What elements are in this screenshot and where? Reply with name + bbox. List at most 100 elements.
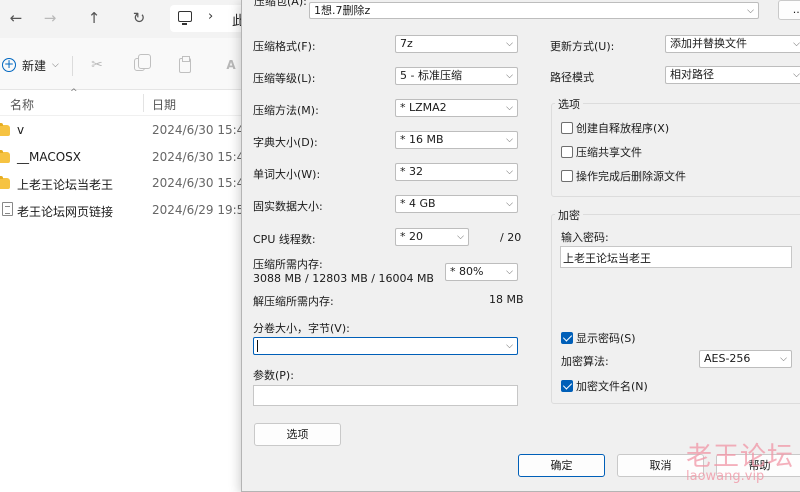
password-input[interactable]: 上老王论坛当老王 [560, 246, 792, 268]
file-row[interactable]: v 2024/6/30 15:47 [0, 119, 252, 145]
checkbox-box[interactable] [561, 122, 573, 134]
compress-memory-label: 压缩所需内存: [253, 258, 323, 271]
decompress-memory-label: 解压缩所需内存: [253, 295, 334, 308]
back-arrow-icon[interactable]: ← [3, 7, 29, 31]
up-arrow-icon[interactable]: ↑ [81, 7, 107, 31]
paste-icon[interactable] [179, 56, 191, 73]
archive-name-label: 压缩包(A): [254, 0, 307, 8]
file-date: 2024/6/29 19:58 [152, 203, 252, 217]
options-group-title: 选项 [555, 96, 583, 112]
column-divider[interactable] [143, 94, 144, 112]
column-name-header[interactable]: 名称 [10, 96, 34, 113]
encryption-group-title: 加密 [555, 207, 583, 223]
browse-button[interactable]: ... [778, 0, 800, 20]
checkbox-checked-box[interactable] [561, 380, 573, 392]
plus-icon: + [2, 57, 16, 72]
level-value: 5 - 标准压缩 [400, 69, 462, 82]
method-combo[interactable]: * LZMA2 ⌵ [395, 99, 518, 117]
dictionary-label: 字典大小(D): [253, 136, 318, 149]
chevron-down-icon: ⌵ [506, 199, 513, 209]
compress-shared-checkbox[interactable]: 压缩共享文件 [561, 144, 642, 160]
update-mode-value: 添加并替换文件 [670, 37, 747, 50]
word-size-value: * 32 [400, 165, 423, 178]
chevron-right-icon[interactable]: › [208, 9, 213, 24]
refresh-icon[interactable]: ↻ [126, 7, 152, 31]
show-password-checkbox[interactable]: 显示密码(S) [561, 330, 636, 346]
copy-icon[interactable] [134, 54, 151, 71]
cpu-threads-label: CPU 线程数: [253, 233, 316, 246]
dictionary-combo[interactable]: * 16 MB ⌵ [395, 131, 518, 149]
memory-usage-combo[interactable]: * 80% ⌵ [445, 263, 518, 281]
checkbox-checked-box[interactable] [561, 332, 573, 344]
cpu-threads-max: / 20 [500, 231, 522, 244]
encrypt-names-checkbox[interactable]: 加密文件名(N) [561, 378, 648, 394]
text-caret [257, 340, 258, 352]
dictionary-value: * 16 MB [400, 133, 444, 146]
rename-icon[interactable]: A [222, 56, 240, 74]
file-date: 2024/6/30 15:47 [152, 150, 252, 164]
chevron-down-icon: ⌵ [506, 103, 513, 113]
parameters-input[interactable] [253, 385, 518, 406]
file-name: v [17, 123, 25, 137]
archive-name-value: 1想.7删除z [314, 4, 371, 17]
forward-arrow-icon[interactable]: → [37, 7, 63, 31]
solid-size-combo[interactable]: * 4 GB ⌵ [395, 195, 518, 213]
encryption-method-value: AES-256 [704, 352, 751, 365]
create-sfx-label: 创建自释放程序(X) [576, 122, 670, 135]
file-name: 老王论坛网页链接 [17, 205, 114, 219]
file-name: __MACOSX [17, 150, 82, 164]
show-password-label: 显示密码(S) [576, 332, 636, 345]
column-date-header[interactable]: 日期 [152, 96, 176, 113]
checkbox-box[interactable] [561, 170, 573, 182]
path-mode-combo[interactable]: 相对路径 ⌵ [665, 66, 800, 84]
volume-size-combo[interactable]: ⌵ [253, 337, 518, 355]
file-date: 2024/6/30 15:47 [152, 123, 252, 137]
level-combo[interactable]: 5 - 标准压缩 ⌵ [395, 67, 518, 85]
folder-icon [0, 150, 10, 163]
chevron-down-icon: ⌵ [506, 39, 513, 49]
level-label: 压缩等级(L): [253, 72, 316, 85]
update-mode-label: 更新方式(U): [550, 40, 615, 53]
solid-size-label: 固实数据大小: [253, 200, 323, 213]
cpu-threads-combo[interactable]: * 20 ⌵ [395, 228, 469, 246]
chevron-down-icon: ⌵ [457, 232, 464, 242]
checkbox-box[interactable] [561, 146, 573, 158]
file-row[interactable]: 老王论坛网页链接 2024/6/29 19:58 [0, 199, 252, 225]
chevron-down-icon: ⌵ [52, 60, 59, 70]
file-name: 上老王论坛当老王 [17, 178, 114, 192]
chevron-down-icon: ⌵ [506, 167, 513, 177]
add-to-archive-dialog: 压缩包(A): 1想.7删除z ⌵ ... 压缩格式(F): 7z ⌵ 压缩等级… [241, 0, 800, 492]
memory-usage-value: * 80% [450, 265, 484, 278]
create-sfx-checkbox[interactable]: 创建自释放程序(X) [561, 120, 669, 136]
delete-after-checkbox[interactable]: 操作完成后删除源文件 [561, 168, 686, 184]
ok-button[interactable]: 确定 [518, 454, 605, 477]
folder-icon [0, 176, 10, 189]
compress-shared-label: 压缩共享文件 [576, 146, 642, 159]
encrypt-names-label: 加密文件名(N) [576, 380, 648, 393]
cancel-button[interactable]: 取消 [617, 454, 704, 477]
chevron-down-icon: ⌵ [747, 6, 754, 16]
volume-size-label: 分卷大小，字节(V): [253, 322, 350, 335]
decompress-memory-value: 18 MB [489, 293, 524, 306]
format-combo[interactable]: 7z ⌵ [395, 35, 518, 53]
word-size-label: 单词大小(W): [253, 168, 321, 181]
address-bar[interactable]: › 此 [170, 5, 250, 32]
update-mode-combo[interactable]: 添加并替换文件 ⌵ [665, 35, 800, 53]
cpu-threads-value: * 20 [400, 230, 423, 243]
delete-after-label: 操作完成后删除源文件 [576, 170, 686, 183]
word-size-combo[interactable]: * 32 ⌵ [395, 163, 518, 181]
new-button-label: 新建 [22, 58, 47, 73]
file-row[interactable]: 上老王论坛当老王 2024/6/30 15:47 [0, 172, 252, 198]
archive-name-combo[interactable]: 1想.7删除z ⌵ [309, 2, 759, 19]
help-button[interactable]: 帮助 [716, 454, 800, 477]
file-row[interactable]: __MACOSX 2024/6/30 15:47 [0, 146, 252, 172]
new-button[interactable]: + 新建 ⌵ [2, 54, 59, 76]
cut-icon[interactable]: ✂ [88, 56, 106, 74]
chevron-down-icon: ⌵ [506, 341, 513, 351]
encryption-method-combo[interactable]: AES-256 ⌵ [699, 350, 792, 368]
options-button[interactable]: 选项 [254, 423, 341, 446]
format-label: 压缩格式(F): [253, 40, 316, 53]
sort-up-icon: ^ [70, 88, 78, 98]
chevron-down-icon: ⌵ [793, 70, 800, 80]
monitor-icon [178, 11, 192, 25]
